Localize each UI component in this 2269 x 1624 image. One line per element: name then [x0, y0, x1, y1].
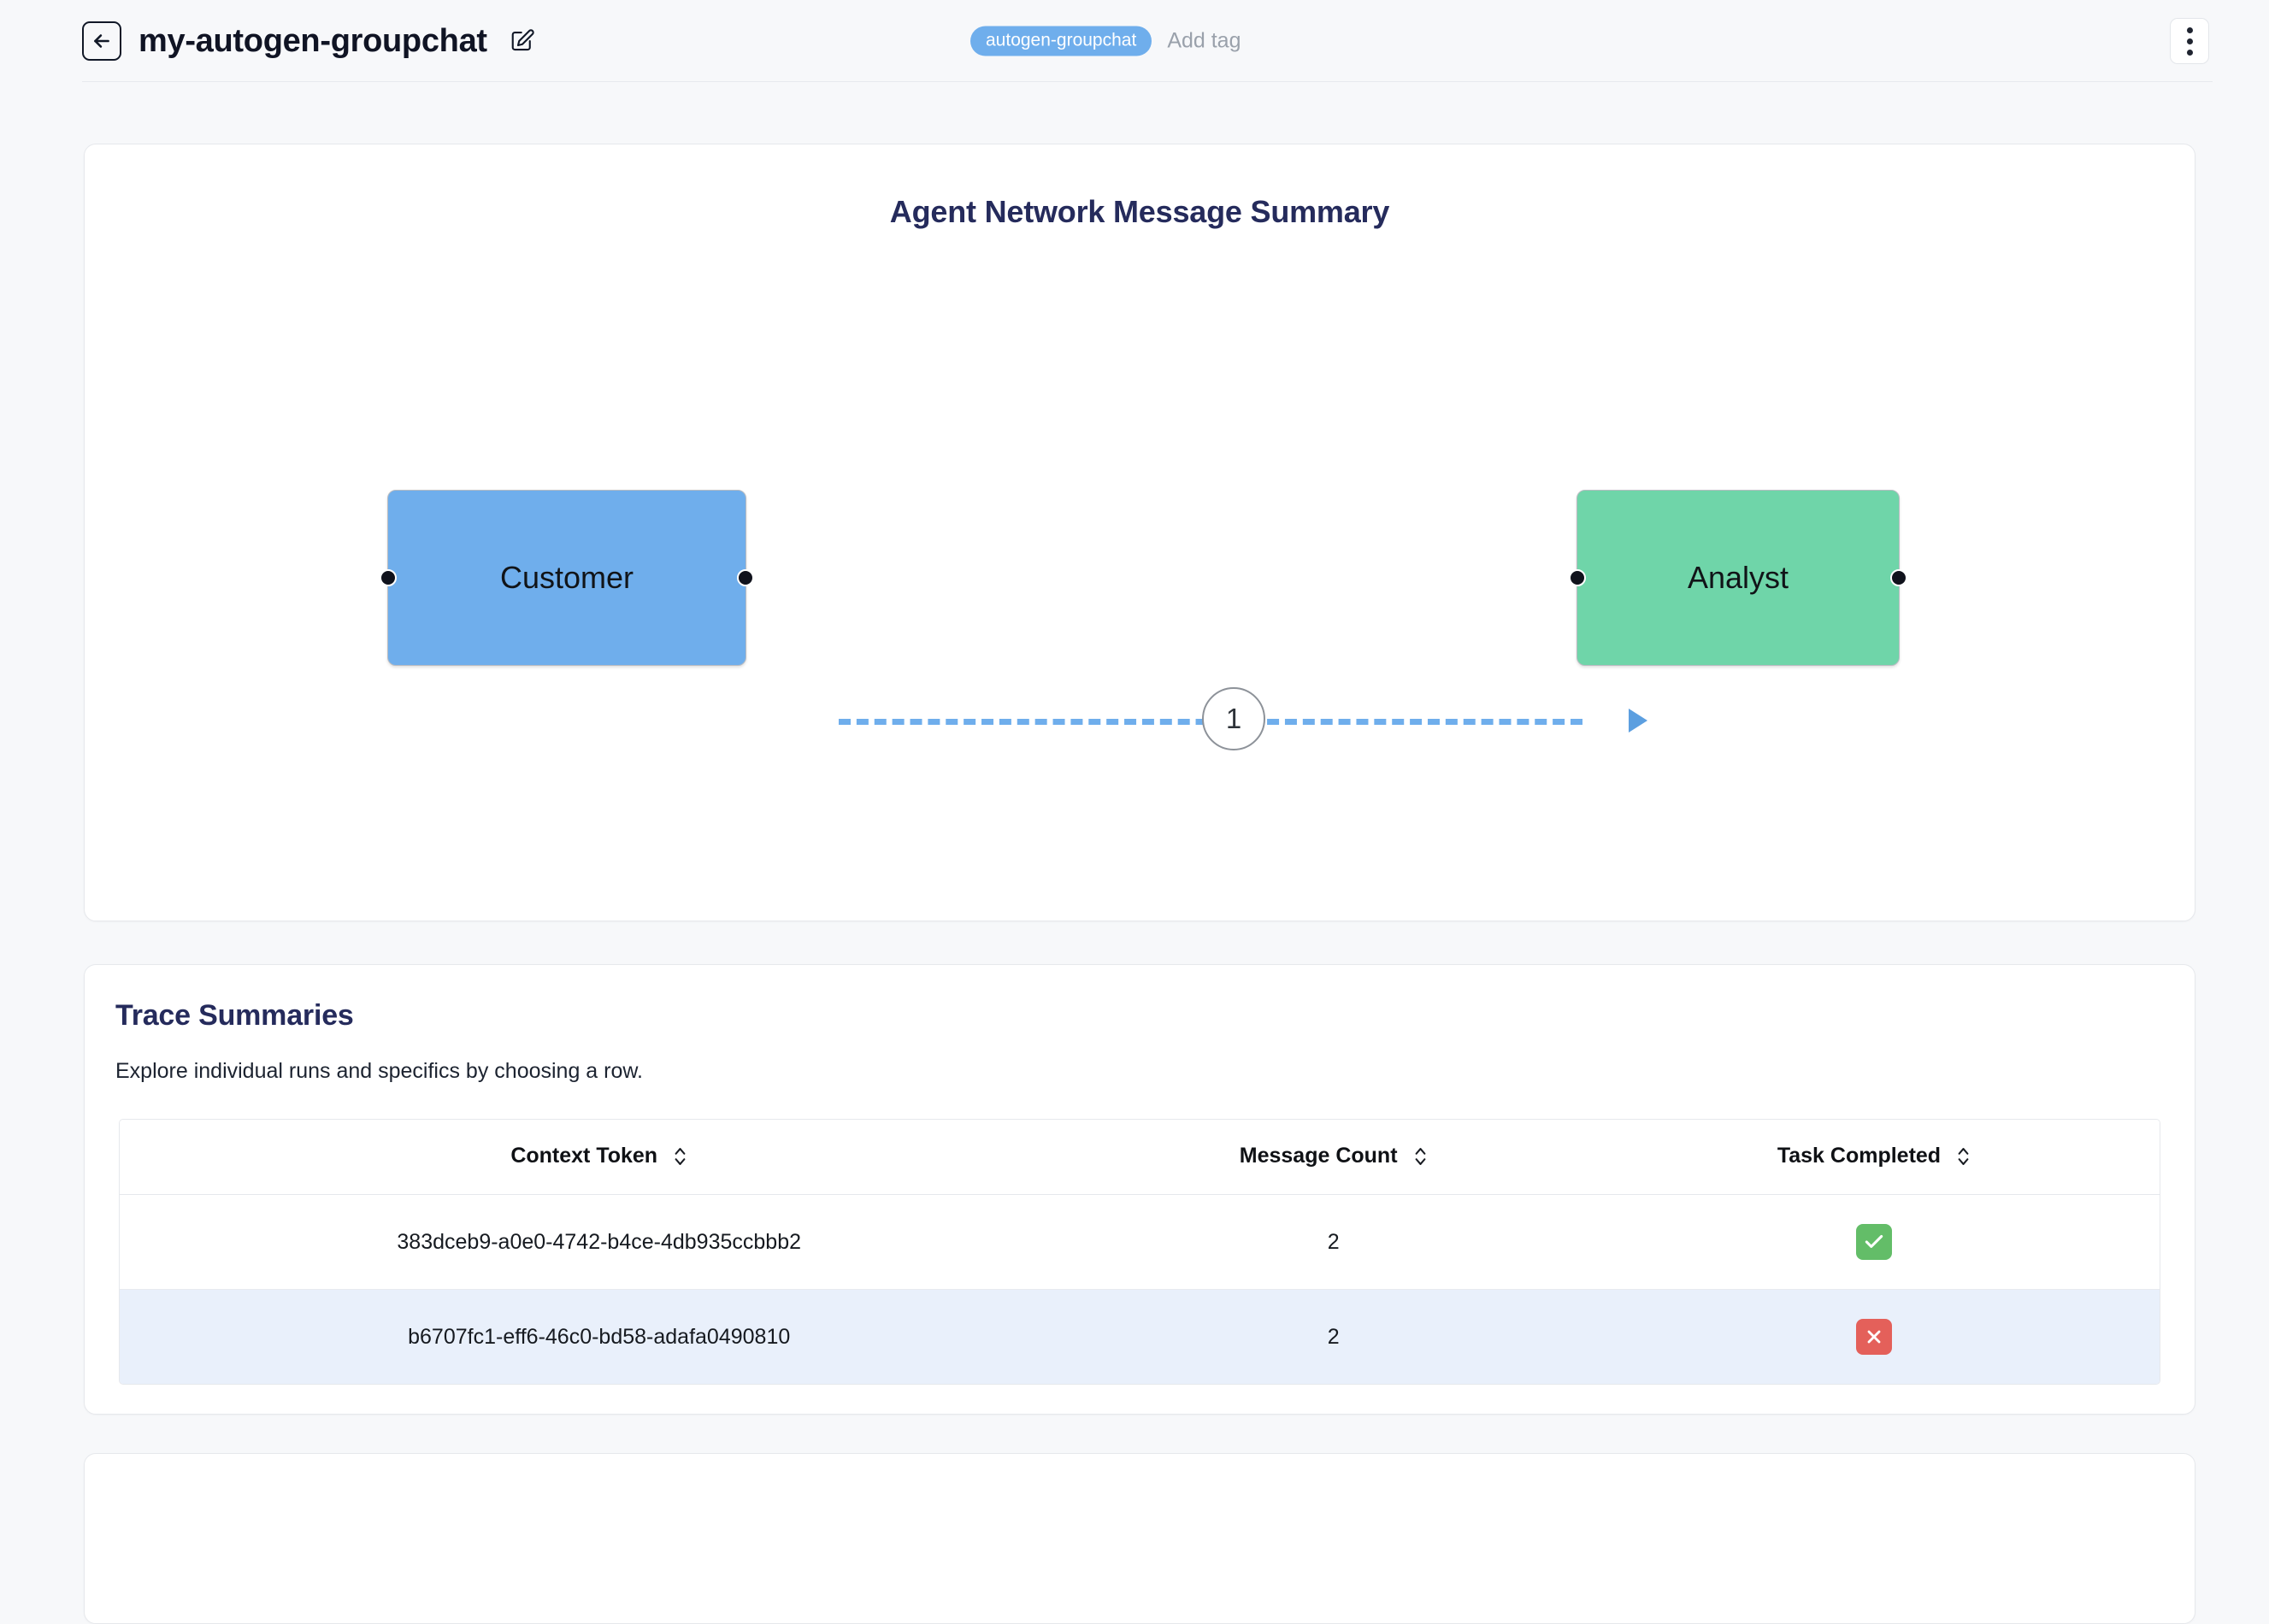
trace-summaries-title: Trace Summaries — [115, 999, 354, 1032]
agent-network-card: Agent Network Message Summary Customer 1… — [84, 144, 2195, 921]
close-x-icon — [1867, 1330, 1881, 1344]
column-label: Context Token — [510, 1144, 658, 1168]
tag-area: autogen-groupchat Add tag — [970, 26, 1241, 56]
status-badge-success[interactable] — [1855, 1224, 1892, 1260]
node-handle-left[interactable] — [1569, 569, 1586, 586]
back-button[interactable] — [82, 21, 121, 61]
table-header-row: Context Token Message Count Task Complet… — [120, 1120, 2160, 1195]
node-label: Analyst — [1687, 560, 1789, 595]
cell-task-completed — [1588, 1194, 2160, 1290]
arrow-left-icon — [94, 34, 109, 48]
graph-node-analyst[interactable]: Analyst — [1569, 490, 1907, 666]
page-title: my-autogen-groupchat — [138, 22, 487, 59]
graph-node-customer[interactable]: Customer — [380, 490, 754, 666]
edge-arrowhead-icon — [1629, 709, 1647, 733]
cell-context-token: b6707fc1-eff6-46c0-bd58-adafa0490810 — [120, 1289, 1079, 1384]
cell-message-count: 2 — [1078, 1194, 1588, 1290]
add-tag-button[interactable]: Add tag — [1167, 29, 1241, 54]
node-handle-right[interactable] — [737, 569, 754, 586]
edge-message-count-badge[interactable]: 1 — [1202, 687, 1265, 750]
kebab-dot-3 — [2186, 49, 2193, 56]
header-divider — [82, 81, 2213, 82]
cell-task-completed — [1588, 1289, 2160, 1384]
node-handle-left[interactable] — [380, 569, 397, 586]
table-row[interactable]: 383dceb9-a0e0-4742-b4ce-4db935ccbbb2 2 — [120, 1194, 2160, 1290]
node-handle-right[interactable] — [1890, 569, 1907, 586]
column-header-context-token[interactable]: Context Token — [120, 1120, 1079, 1195]
trace-summaries-card: Trace Summaries Explore individual runs … — [84, 964, 2195, 1415]
check-icon — [1865, 1234, 1883, 1248]
next-section-card — [84, 1453, 2195, 1624]
sort-chevrons-icon — [1415, 1147, 1425, 1165]
kebab-dot-1 — [2186, 26, 2193, 33]
column-label: Task Completed — [1777, 1144, 1942, 1168]
column-header-message-count[interactable]: Message Count — [1078, 1120, 1588, 1195]
node-label: Customer — [499, 560, 634, 595]
pencil-edit-icon — [511, 29, 534, 51]
top-bar: my-autogen-groupchat autogen-groupchat A… — [0, 0, 2269, 82]
trace-summaries-subtitle: Explore individual runs and specifics by… — [115, 1059, 644, 1083]
edit-title-button[interactable] — [510, 28, 535, 54]
flow-canvas[interactable]: Customer 1 Analyst — [85, 144, 2195, 921]
tag-chip[interactable]: autogen-groupchat — [970, 26, 1152, 56]
table-row[interactable]: b6707fc1-eff6-46c0-bd58-adafa0490810 2 — [120, 1289, 2160, 1384]
sort-chevrons-icon — [675, 1147, 686, 1165]
header-left-group: my-autogen-groupchat — [0, 21, 535, 61]
column-header-task-completed[interactable]: Task Completed — [1588, 1120, 2160, 1195]
cell-context-token: 383dceb9-a0e0-4742-b4ce-4db935ccbbb2 — [120, 1194, 1079, 1290]
more-options-button[interactable] — [2170, 18, 2209, 64]
trace-summaries-table: Context Token Message Count Task Complet… — [119, 1119, 2160, 1385]
cell-message-count: 2 — [1078, 1289, 1588, 1384]
kebab-dot-2 — [2186, 38, 2193, 44]
sort-chevrons-icon — [1958, 1147, 1969, 1165]
column-label: Message Count — [1239, 1144, 1398, 1168]
status-badge-failed[interactable] — [1855, 1319, 1892, 1355]
